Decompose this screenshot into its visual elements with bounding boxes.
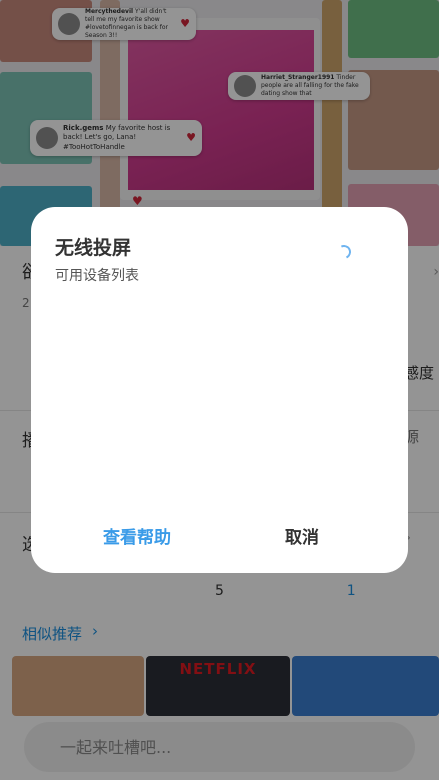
cancel-button[interactable]: 取消 [285, 523, 319, 548]
help-button[interactable]: 查看帮助 [103, 523, 171, 548]
dialog-title: 无线投屏 [55, 237, 132, 259]
device-list-label: 可用设备列表 [55, 268, 139, 284]
loading-spinner-icon [335, 243, 353, 261]
cast-dialog: 无线投屏 可用设备列表 查看帮助 取消 [31, 207, 408, 573]
